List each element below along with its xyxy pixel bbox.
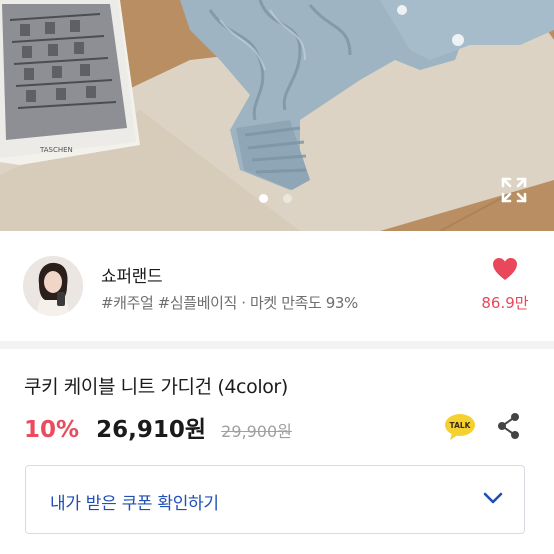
carousel-indicator xyxy=(254,191,300,205)
market-satisfaction: 마켓 만족도 93% xyxy=(250,294,358,312)
coupon-label: 내가 받은 쿠폰 확인하기 xyxy=(50,494,219,514)
carousel-dot[interactable] xyxy=(283,194,292,203)
original-price: 29,900원 xyxy=(221,422,292,441)
share-icon[interactable] xyxy=(494,411,524,441)
sale-price: 26,910원 xyxy=(96,417,207,443)
discount-rate: 10% xyxy=(24,417,80,443)
product-image-carousel[interactable]: TASCHEN xyxy=(0,0,554,231)
price-row: 10% 26,910원 29,900원 xyxy=(24,410,292,446)
book-title-text: TASCHEN xyxy=(39,146,73,154)
coupon-check-button[interactable]: 내가 받은 쿠폰 확인하기 xyxy=(25,465,525,534)
like-button[interactable]: 86.9만 xyxy=(470,257,540,319)
talk-label: TALK xyxy=(450,421,472,430)
seller-meta: #캐주얼 #심플베이직 · 마켓 만족도 93% xyxy=(101,292,358,313)
expand-icon[interactable] xyxy=(498,174,530,206)
meta-separator: · xyxy=(241,294,246,312)
seller-name[interactable]: 쇼퍼랜드 xyxy=(101,262,163,287)
carousel-dot-active[interactable] xyxy=(259,194,268,203)
seller-info[interactable]: 쇼퍼랜드 #캐주얼 #심플베이직 · 마켓 만족도 93% 86.9만 xyxy=(0,231,554,341)
book: TASCHEN xyxy=(0,0,140,165)
like-count: 86.9만 xyxy=(481,294,529,312)
section-divider xyxy=(0,341,554,349)
talk-chat-icon[interactable]: TALK xyxy=(444,413,476,441)
heart-icon xyxy=(493,258,517,280)
product-title: 쿠키 케이블 니트 가디건 (4color) xyxy=(24,376,288,398)
chevron-down-icon xyxy=(483,492,503,504)
avatar[interactable] xyxy=(23,256,83,316)
seller-tags[interactable]: #캐주얼 #심플베이직 xyxy=(101,294,237,312)
